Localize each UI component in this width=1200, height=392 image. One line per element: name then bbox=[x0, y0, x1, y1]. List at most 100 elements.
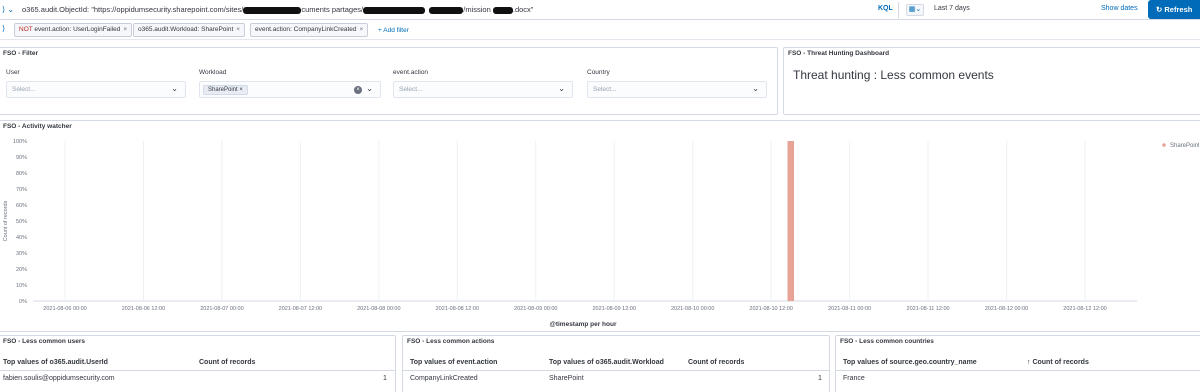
user-select[interactable]: Select... ⌄ bbox=[6, 81, 186, 98]
redaction bbox=[363, 6, 426, 14]
filter-pill[interactable]: o365.audit.Workload: SharePoint × bbox=[133, 23, 246, 37]
refresh-button[interactable]: ↻ Refresh bbox=[1148, 0, 1200, 19]
table-cell: fabien.soulis@oppidumsecurity.com bbox=[3, 375, 115, 382]
chevron-down-icon: ⌄ bbox=[171, 84, 178, 93]
x-tick-label: 2021-08-06 00:00 bbox=[43, 306, 86, 312]
less-common-actions-panel: FSO - Less common actions Top values of … bbox=[402, 335, 830, 392]
filter-pill-label: o365.audit.Workload: SharePoint bbox=[138, 26, 234, 33]
table-cell: SharePoint bbox=[549, 375, 584, 382]
y-tick-label: 70% bbox=[16, 187, 27, 193]
x-tick-label: 2021-08-10 12:00 bbox=[749, 306, 792, 312]
y-tick-label: 100% bbox=[13, 139, 27, 145]
refresh-label: Refresh bbox=[1164, 5, 1193, 14]
x-tick-label: 2021-08-07 12:00 bbox=[279, 306, 322, 312]
selected-option-chip: SharePoint × bbox=[203, 85, 248, 95]
divider bbox=[836, 370, 1200, 371]
kql-toggle[interactable]: KQL bbox=[878, 5, 893, 12]
query-input[interactable]: o365.audit.ObjectId: "https://oppidumsec… bbox=[22, 5, 533, 14]
y-tick-label: 60% bbox=[16, 203, 27, 209]
filter-bar: ⟩ NOT event.action: UserLoginFailed × o36… bbox=[0, 21, 1200, 40]
workload-select[interactable]: SharePoint × × ⌄ bbox=[199, 81, 381, 98]
clear-icon[interactable]: × bbox=[354, 86, 362, 94]
chevron-down-icon: ⌄ bbox=[752, 84, 759, 93]
show-dates-button[interactable]: Show dates bbox=[1101, 5, 1138, 12]
divider bbox=[0, 370, 395, 371]
divider bbox=[403, 370, 829, 371]
select-placeholder: Select... bbox=[593, 86, 617, 93]
panel-title: FSO - Filter bbox=[3, 50, 39, 57]
column-header[interactable]: Top values of event.action bbox=[410, 359, 497, 366]
activity-chart: 100% 90% 80% 70% 60% 50% 40% 30% 20% 10% 0% 2021-08… bbox=[3, 139, 1199, 328]
redaction bbox=[492, 6, 513, 14]
sort-ascending-icon: ↑ bbox=[1027, 359, 1031, 366]
column-header[interactable]: Top values of o365.audit.UserId bbox=[3, 359, 108, 366]
table-cell: 1 bbox=[818, 375, 822, 382]
panel-title: FSO - Less common users bbox=[3, 338, 85, 345]
x-tick-label: 2021-08-09 00:00 bbox=[514, 306, 557, 312]
chip-label: SharePoint bbox=[208, 87, 238, 93]
y-tick-label: 10% bbox=[16, 283, 27, 289]
select-placeholder: Select... bbox=[12, 86, 36, 93]
legend-marker bbox=[1162, 143, 1166, 147]
country-select[interactable]: Select... ⌄ bbox=[587, 81, 767, 98]
column-header[interactable]: Top values of o365.audit.Workload bbox=[549, 359, 664, 366]
control-label-workload: Workload bbox=[199, 69, 227, 76]
calendar-icon[interactable]: ▦⌄ bbox=[906, 4, 924, 16]
x-axis-title: @timestamp per hour bbox=[549, 321, 616, 328]
legend-label: SharePoint bbox=[1170, 143, 1199, 149]
column-header[interactable]: Count of records bbox=[199, 359, 255, 366]
select-placeholder: Select... bbox=[399, 86, 423, 93]
x-tick-label: 2021-08-11 00:00 bbox=[828, 306, 871, 312]
filter-pill-label: event.action: UserLoginFailed bbox=[32, 26, 121, 33]
less-common-countries-panel: FSO - Less common countries Top values o… bbox=[835, 335, 1200, 392]
filter-pill-label: event.action: CompanyLinkCreated bbox=[255, 26, 357, 33]
x-tick-label: 2021-08-11 12:00 bbox=[907, 306, 950, 312]
event-action-select[interactable]: Select... ⌄ bbox=[393, 81, 573, 98]
control-label-user: User bbox=[6, 69, 20, 76]
x-tick-label: 2021-08-12 12:00 bbox=[1063, 306, 1106, 312]
table-cell: CompanyLinkCreated bbox=[410, 375, 478, 382]
filter-menu-icon[interactable]: ⟩ bbox=[2, 24, 10, 33]
y-tick-label: 40% bbox=[16, 235, 27, 241]
panel-title: FSO - Less common countries bbox=[840, 338, 934, 345]
date-range[interactable]: Last 7 days bbox=[934, 5, 970, 12]
x-tick-label: 2021-08-07 00:00 bbox=[200, 306, 243, 312]
query-menu-toggle[interactable]: ⟩ ⌄ bbox=[2, 3, 18, 17]
close-icon[interactable]: × bbox=[236, 26, 240, 33]
y-tick-label: 50% bbox=[16, 219, 27, 225]
column-header-sorted[interactable]: ↑ Count of records bbox=[1027, 359, 1089, 366]
y-tick-label: 90% bbox=[16, 155, 27, 161]
close-icon[interactable]: × bbox=[360, 26, 364, 33]
close-icon[interactable]: × bbox=[123, 26, 127, 33]
filter-pill-negation: NOT bbox=[19, 26, 33, 33]
x-tick-label: 2021-08-12 00:00 bbox=[985, 306, 1028, 312]
add-filter-button[interactable]: + Add filter bbox=[378, 27, 409, 34]
x-tick-label: 2021-08-10 00:00 bbox=[671, 306, 714, 312]
panel-title: FSO - Threat Hunting Dashboard bbox=[788, 50, 890, 57]
dashboard-heading: Threat hunting : Less common events bbox=[793, 68, 994, 82]
bar bbox=[787, 141, 795, 301]
panel-title: FSO - Less common actions bbox=[407, 338, 495, 345]
control-label-country: Country bbox=[587, 69, 610, 76]
query-text-part: cuments partages/ bbox=[301, 5, 364, 14]
y-tick-label: 20% bbox=[16, 267, 27, 273]
query-bar: ⟩ ⌄ o365.audit.ObjectId: "https://oppidu… bbox=[0, 0, 1200, 20]
x-tick-label: 2021-08-06 12:00 bbox=[122, 306, 165, 312]
column-header[interactable]: Top values of source.geo.country_name bbox=[843, 359, 977, 366]
column-header[interactable]: Count of records bbox=[688, 359, 744, 366]
filter-pill[interactable]: NOT event.action: UserLoginFailed × bbox=[14, 23, 133, 37]
chevron-down-icon: ⌄ bbox=[558, 84, 565, 93]
chevron-down-icon: ⌄ bbox=[366, 84, 373, 93]
table-cell: 1 bbox=[383, 375, 387, 382]
redaction bbox=[243, 6, 302, 14]
column-header-label: Count of records bbox=[1032, 359, 1089, 366]
y-tick-label: 0% bbox=[19, 299, 27, 305]
refresh-icon: ↻ bbox=[1156, 5, 1163, 14]
filter-pill[interactable]: event.action: CompanyLinkCreated × bbox=[250, 23, 369, 37]
close-icon[interactable]: × bbox=[239, 87, 243, 93]
query-text-part: o365.audit.ObjectId: "https://oppidumsec… bbox=[22, 5, 244, 14]
y-tick-label: 80% bbox=[16, 171, 27, 177]
y-tick-label: 30% bbox=[16, 251, 27, 257]
x-tick-label: 2021-08-08 00:00 bbox=[357, 306, 400, 312]
redaction bbox=[429, 6, 464, 14]
